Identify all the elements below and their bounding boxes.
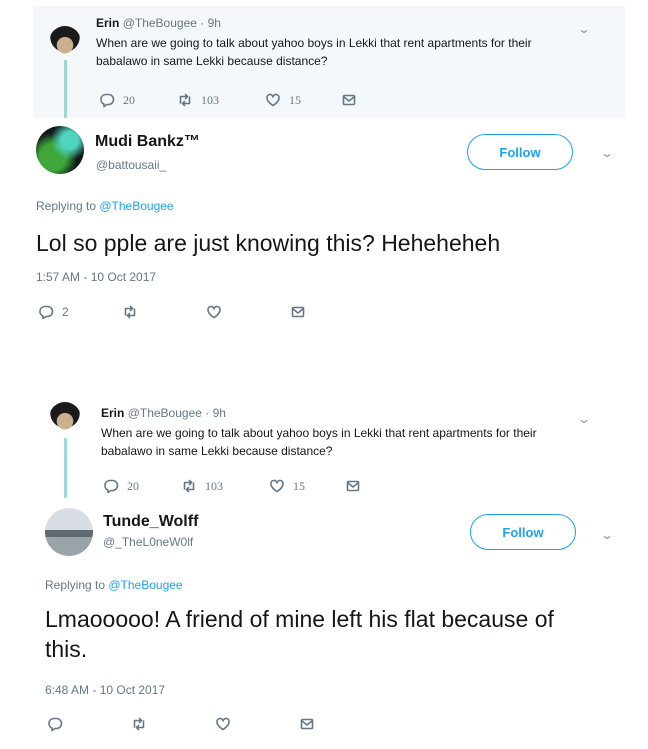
tweet-thread-1: Erin @TheBougee · 9h When are we going t… <box>0 0 648 340</box>
quoted-tweet-actions: 20 103 15 <box>99 92 357 108</box>
tweet-text: Lol so pple are just knowing this? Heheh… <box>36 230 501 256</box>
tweet-timestamp[interactable]: 1:57 AM - 10 Oct 2017 <box>36 270 156 284</box>
quoted-tweet-header: Erin @TheBougee · 9h <box>101 406 226 420</box>
dm-icon <box>341 92 357 108</box>
follow-button[interactable]: Follow <box>470 514 576 550</box>
replying-to-prefix: Replying to <box>45 578 109 592</box>
quoted-author-avatar[interactable] <box>49 402 81 434</box>
dm-button[interactable] <box>290 304 374 320</box>
quoted-author-avatar[interactable] <box>49 26 81 58</box>
replying-to: Replying to @TheBougee <box>36 199 174 213</box>
replying-to-mention[interactable]: @TheBougee <box>99 199 173 213</box>
quoted-like-button[interactable]: 15 <box>269 478 345 494</box>
dm-icon <box>345 478 361 494</box>
quoted-author-handle-time: @TheBougee · 9h <box>122 16 221 30</box>
reply-button[interactable]: 2 <box>38 304 122 320</box>
quoted-retweet-count: 103 <box>201 92 219 107</box>
chevron-down-icon[interactable]: ⌄ <box>577 412 591 426</box>
tweet-timestamp[interactable]: 6:48 AM - 10 Oct 2017 <box>45 683 165 697</box>
quoted-dm-button[interactable] <box>345 478 361 494</box>
chevron-down-icon[interactable]: ⌄ <box>577 22 591 36</box>
like-button[interactable] <box>206 304 290 320</box>
quoted-tweet[interactable]: Erin @TheBougee · 9h When are we going t… <box>33 390 625 498</box>
like-icon <box>206 304 222 320</box>
quoted-dm-button[interactable] <box>341 92 357 108</box>
tweet-thread-2: Erin @TheBougee · 9h When are we going t… <box>0 380 648 749</box>
quoted-tweet-text: When are we going to talk about yahoo bo… <box>101 426 537 458</box>
reply-icon <box>103 478 119 494</box>
dm-icon <box>290 304 306 320</box>
quoted-retweet-button[interactable]: 103 <box>181 478 269 494</box>
tweet-actions: 2 <box>38 304 374 320</box>
quoted-like-count: 15 <box>293 478 305 493</box>
retweet-button[interactable] <box>131 716 215 732</box>
quoted-tweet[interactable]: Erin @TheBougee · 9h When are we going t… <box>33 6 625 118</box>
retweet-button[interactable] <box>122 304 206 320</box>
quoted-reply-button[interactable]: 20 <box>103 478 181 494</box>
reply-count: 2 <box>62 305 69 319</box>
replying-to: Replying to @TheBougee <box>45 578 183 592</box>
like-icon <box>269 478 285 494</box>
retweet-icon <box>131 716 147 732</box>
retweet-icon <box>177 92 193 108</box>
quoted-reply-button[interactable]: 20 <box>99 92 177 108</box>
tweet-text: Lmaooooo! A friend of mine left his flat… <box>45 606 554 662</box>
author-name[interactable]: Tunde_Wolff <box>103 513 198 531</box>
reply-button[interactable] <box>47 716 131 732</box>
like-button[interactable] <box>215 716 299 732</box>
tweet-actions <box>47 716 383 732</box>
quoted-like-button[interactable]: 15 <box>265 92 341 108</box>
follow-button[interactable]: Follow <box>467 134 573 170</box>
like-icon <box>215 716 231 732</box>
reply-icon <box>38 304 54 320</box>
quoted-author-name[interactable]: Erin <box>96 16 119 30</box>
quoted-retweet-count: 103 <box>205 478 223 493</box>
dm-button[interactable] <box>299 716 383 732</box>
author-avatar[interactable] <box>36 126 84 174</box>
quoted-retweet-button[interactable]: 103 <box>177 92 265 108</box>
retweet-icon <box>122 304 138 320</box>
quoted-reply-count: 20 <box>127 478 139 493</box>
quoted-author-name[interactable]: Erin <box>101 406 124 420</box>
author-avatar[interactable] <box>45 508 93 556</box>
author-handle[interactable]: @_TheL0neW0lf <box>103 535 193 549</box>
quoted-author-handle-time: @TheBougee · 9h <box>127 406 226 420</box>
chevron-down-icon[interactable]: ⌄ <box>600 528 614 542</box>
quoted-reply-count: 20 <box>123 92 135 107</box>
thread-connector <box>64 438 67 498</box>
quoted-tweet-actions: 20 103 15 <box>103 478 361 494</box>
author-name[interactable]: Mudi Bankz™ <box>95 133 200 151</box>
quoted-tweet-text: When are we going to talk about yahoo bo… <box>96 36 532 68</box>
quoted-tweet-header: Erin @TheBougee · 9h <box>96 16 221 30</box>
quoted-like-count: 15 <box>289 92 301 107</box>
dm-icon <box>299 716 315 732</box>
like-icon <box>265 92 281 108</box>
reply-icon <box>99 92 115 108</box>
retweet-icon <box>181 478 197 494</box>
chevron-down-icon[interactable]: ⌄ <box>600 146 614 160</box>
reply-icon <box>47 716 63 732</box>
author-handle[interactable]: @battousaii_ <box>96 158 166 172</box>
replying-to-prefix: Replying to <box>36 199 100 213</box>
replying-to-mention[interactable]: @TheBougee <box>108 578 182 592</box>
thread-connector <box>64 60 67 118</box>
